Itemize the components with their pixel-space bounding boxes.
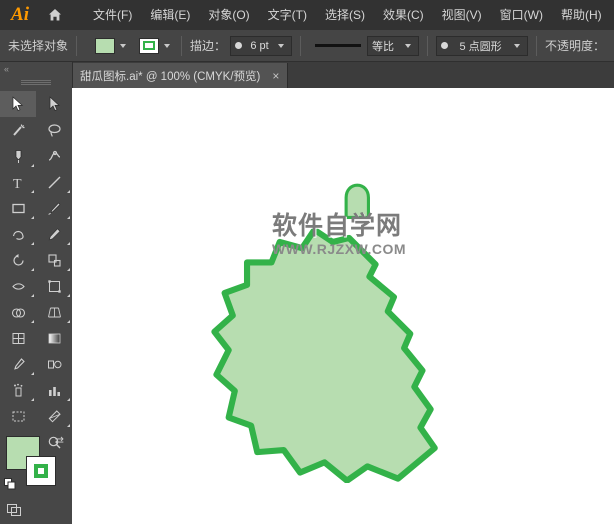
- lasso-tool[interactable]: [36, 117, 72, 143]
- blend-tool[interactable]: [36, 351, 72, 377]
- menu-item-file[interactable]: 文件(F): [84, 0, 141, 30]
- type-tool[interactable]: T: [0, 169, 36, 195]
- divider: [76, 35, 78, 56]
- chevron-down-icon[interactable]: [405, 43, 412, 48]
- menu-item-object[interactable]: 对象(O): [199, 0, 258, 30]
- free-transform-tool[interactable]: [36, 273, 72, 299]
- menu-item-effect[interactable]: 效果(C): [374, 0, 433, 30]
- divider: [300, 35, 302, 56]
- chevron-down-icon[interactable]: [278, 43, 285, 48]
- drawing-mode-bar: [4, 500, 68, 520]
- pencil-tool[interactable]: [36, 221, 72, 247]
- home-icon[interactable]: [40, 0, 70, 30]
- menu-items: 文件(F) 编辑(E) 对象(O) 文字(T) 选择(S) 效果(C) 视图(V…: [84, 0, 611, 30]
- stroke-color-control[interactable]: [139, 37, 173, 54]
- opacity-label: 不透明度：: [545, 39, 606, 53]
- selection-tool[interactable]: [0, 91, 36, 117]
- rectangle-tool[interactable]: [0, 195, 36, 221]
- curvature-tool[interactable]: [36, 143, 72, 169]
- perspective-grid-tool[interactable]: [36, 299, 72, 325]
- line-segment-tool[interactable]: [36, 169, 72, 195]
- magic-wand-tool[interactable]: [0, 117, 36, 143]
- app-logo: Ai: [11, 4, 29, 25]
- default-fill-stroke-icon[interactable]: [4, 478, 16, 490]
- scale-tool[interactable]: [36, 247, 72, 273]
- brush-definition-select[interactable]: 5 点圆形: [436, 35, 529, 56]
- chevron-down-icon[interactable]: [120, 43, 127, 48]
- menu-item-type[interactable]: 文字(T): [259, 0, 316, 30]
- svg-text:T: T: [13, 177, 22, 190]
- close-icon[interactable]: ×: [272, 70, 279, 82]
- tool-list: T: [0, 91, 72, 455]
- document-tab-title: 甜瓜图标.ai* @ 100% (CMYK/预览): [80, 70, 261, 83]
- stroke-weight-value: 6 pt: [250, 39, 269, 52]
- divider: [427, 35, 429, 56]
- width-tool[interactable]: [0, 273, 36, 299]
- round-brush-icon: [441, 42, 449, 49]
- direct-selection-tool[interactable]: [36, 91, 72, 117]
- fill-stroke-swatch-widget[interactable]: ⇄: [4, 434, 64, 490]
- selection-status: 未选择对象: [8, 39, 69, 53]
- menu-bar: Ai 文件(F) 编辑(E) 对象(O) 文字(T) 选择(S) 效果(C) 视…: [0, 0, 614, 30]
- divider: [181, 35, 183, 56]
- menu-item-window[interactable]: 窗口(W): [491, 0, 552, 30]
- shape-builder-tool[interactable]: [0, 299, 36, 325]
- tools-panel: « T ⇄: [0, 62, 73, 524]
- swap-fill-stroke-icon[interactable]: ⇄: [55, 434, 64, 447]
- stroke-weight-select[interactable]: 6 pt: [230, 35, 293, 56]
- chevron-down-icon[interactable]: [164, 43, 171, 48]
- slice-tool[interactable]: [36, 403, 72, 429]
- tools-panel-grip[interactable]: [21, 80, 51, 85]
- eyedropper-tool[interactable]: [0, 351, 36, 377]
- pen-tool[interactable]: [0, 143, 36, 169]
- tools-panel-collapse[interactable]: «: [0, 62, 72, 76]
- stroke-color-swatch[interactable]: [139, 37, 160, 54]
- chevron-down-icon[interactable]: [514, 43, 521, 48]
- paintbrush-tool[interactable]: [36, 195, 72, 221]
- normal-screen-mode-icon[interactable]: [4, 501, 24, 519]
- menu-item-help[interactable]: 帮助(H): [552, 0, 611, 30]
- menu-item-view[interactable]: 视图(V): [433, 0, 491, 30]
- illustrator-window: Ai 文件(F) 编辑(E) 对象(O) 文字(T) 选择(S) 效果(C) 视…: [0, 0, 614, 524]
- document-tab-bar: 甜瓜图标.ai* @ 100% (CMYK/预览) ×: [72, 62, 614, 89]
- document-canvas[interactable]: 软件自学网 WWW.RJZXW.COM: [72, 88, 614, 524]
- symbol-sprayer-tool[interactable]: [0, 377, 36, 403]
- control-bar: 未选择对象 描边： 6 pt 等比 5 点圆形 不透明度：: [0, 30, 614, 62]
- document-tab[interactable]: 甜瓜图标.ai* @ 100% (CMYK/预览) ×: [72, 63, 289, 88]
- shaper-tool[interactable]: [0, 221, 36, 247]
- fill-color-control[interactable]: [95, 37, 129, 54]
- brush-value: 5 点圆形: [459, 40, 502, 53]
- menu-item-edit[interactable]: 编辑(E): [141, 0, 199, 30]
- artboard-tool[interactable]: [0, 403, 36, 429]
- mesh-tool[interactable]: [0, 325, 36, 351]
- menu-item-select[interactable]: 选择(S): [316, 0, 374, 30]
- profile-value: 等比: [372, 40, 395, 53]
- melon-artwork[interactable]: [202, 183, 462, 486]
- stroke-swatch-large[interactable]: [26, 456, 56, 486]
- column-graph-tool[interactable]: [36, 377, 72, 403]
- rotate-tool[interactable]: [0, 247, 36, 273]
- stroke-weight-icon: [235, 42, 243, 49]
- divider: [536, 35, 538, 56]
- variable-width-profile-select[interactable]: 等比: [367, 35, 420, 56]
- stroke-label: 描边：: [190, 39, 227, 53]
- gradient-tool[interactable]: [36, 325, 72, 351]
- stroke-style-preview[interactable]: [315, 36, 367, 56]
- fill-color-swatch[interactable]: [95, 37, 116, 54]
